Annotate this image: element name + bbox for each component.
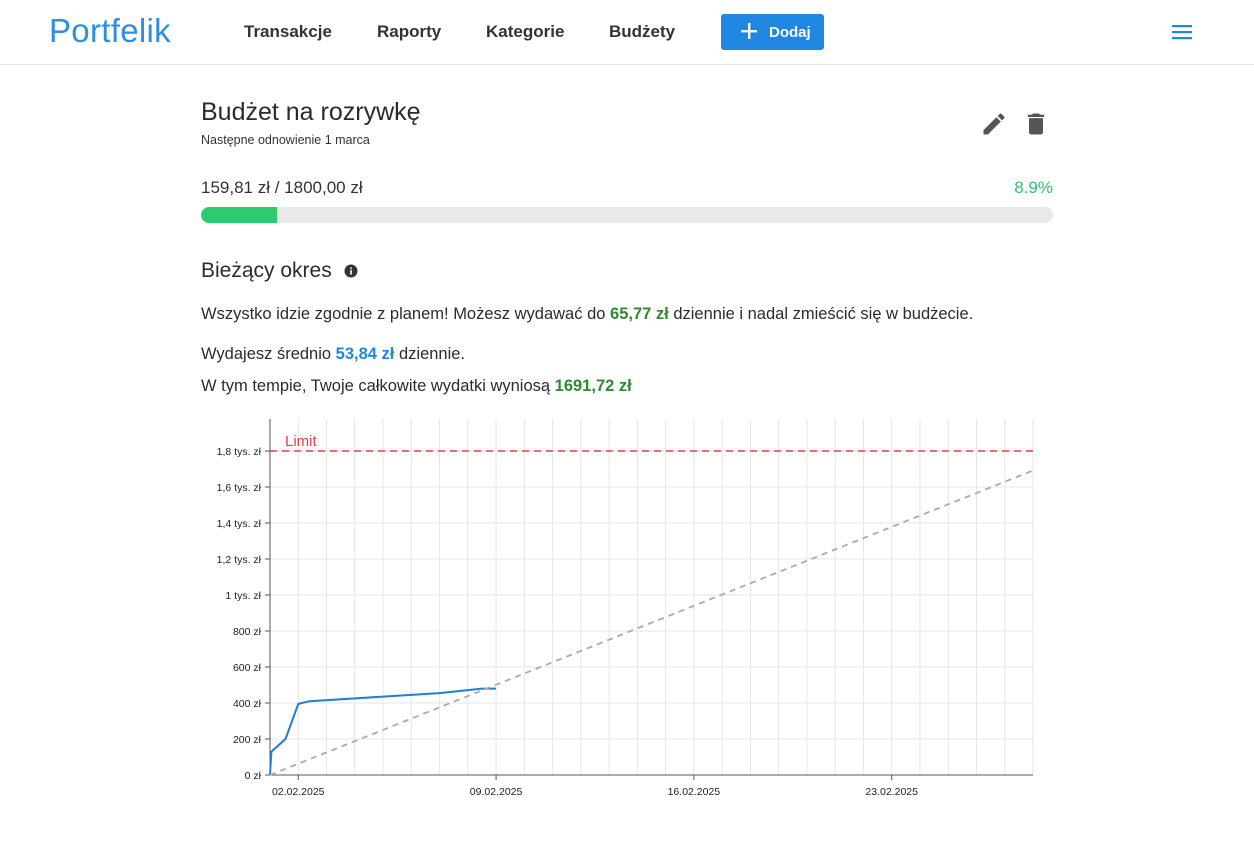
y-tick-label: 600 zł [233,662,262,674]
projection-line [269,469,1034,776]
daily-allowance: 65,77 zł [610,305,669,323]
y-tick-label: 1 tys. zł [225,590,261,602]
limit-label: Limit [285,433,318,450]
app-logo[interactable]: Portfelik [49,12,171,50]
add-button[interactable]: Dodaj [721,14,824,50]
nav-link-kategorie[interactable]: Kategorie [486,22,564,42]
amount-separator: / [270,178,285,197]
top-navbar: Portfelik Transakcje Raporty Kategorie B… [0,0,1254,65]
nav-link-raporty[interactable]: Raporty [377,22,441,42]
x-tick-label: 02.02.2025 [272,786,325,798]
plus-icon [741,23,757,39]
period-title: Bieżący okres [201,259,332,282]
nav-link-budzety[interactable]: Budżety [609,22,675,42]
average-message: Wydajesz średnio 53,84 zł dziennie. [201,345,465,364]
limit-value: 1800,00 zł [284,178,363,197]
daily-average: 53,84 zł [335,345,395,363]
y-tick-label: 400 zł [233,698,262,710]
renewal-info: Następne odnowienie 1 marca [201,133,370,147]
y-tick-label: 800 zł [233,626,262,638]
average-message-pre: Wydajesz średnio [201,345,336,363]
hamburger-menu-icon[interactable] [1170,22,1194,42]
spent-value: 159,81 zł [201,178,270,197]
trash-icon[interactable] [1022,110,1050,138]
y-tick-label: 1,2 tys. zł [217,554,262,566]
spending-chart: 0 zł 200 zł 400 zł 600 zł 800 zł 1 tys. zł 1,2… [217,419,1034,798]
y-tick-label: 1,6 tys. zł [217,482,262,494]
spent-percent: 8.9% [1014,178,1053,197]
plan-message: Wszystko idzie zgodnie z planem! Możesz … [201,305,973,324]
budget-title: Budżet na rozrywkę [201,98,421,126]
plan-message-pre: Wszystko idzie zgodnie z planem! Możesz … [201,305,611,323]
budget-progress-fill [201,207,277,223]
pencil-icon[interactable] [980,110,1008,138]
budget-progress-bar [201,207,1053,223]
projected-total: 1691,72 zł [554,377,632,395]
plan-message-post: dziennie i nadal zmieścić się w budżecie… [668,305,974,323]
spent-amount: 159,81 zł / 1800,00 zł [201,178,363,198]
average-message-post: dziennie. [394,345,466,363]
y-tick-label: 0 zł [245,770,262,782]
projection-message: W tym tempie, Twoje całkowite wydatki wy… [201,377,632,396]
y-tick-label: 200 zł [233,734,262,746]
x-tick-label: 16.02.2025 [668,786,721,798]
x-tick-label: 09.02.2025 [470,786,523,798]
info-icon[interactable] [344,264,358,278]
x-tick-label: 23.02.2025 [865,786,918,798]
y-tick-label: 1,8 tys. zł [217,446,262,458]
add-button-label: Dodaj [769,24,811,41]
projection-message-pre: W tym tempie, Twoje całkowite wydatki wy… [201,377,555,395]
nav-link-transakcje[interactable]: Transakcje [244,22,332,42]
y-tick-label: 1,4 tys. zł [217,518,262,530]
